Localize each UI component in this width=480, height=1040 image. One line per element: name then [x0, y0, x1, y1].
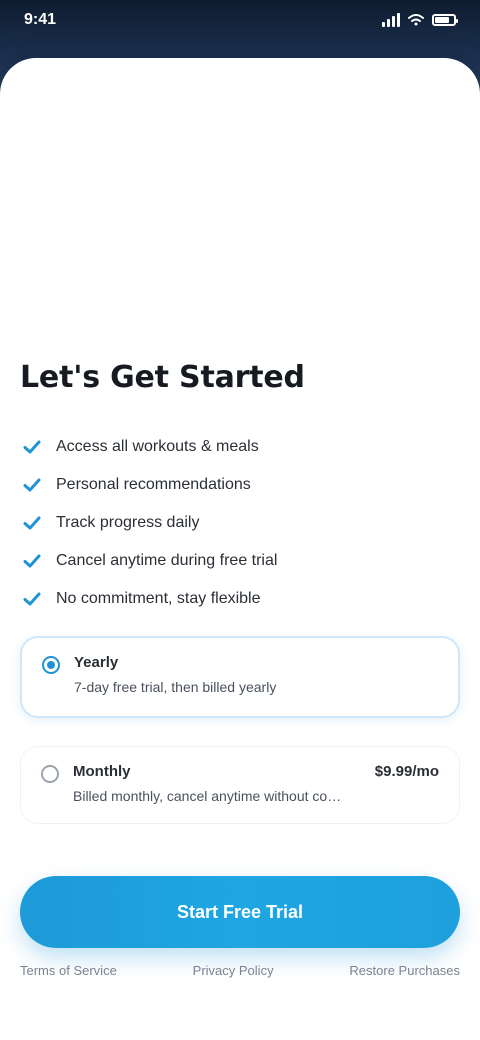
- restore-link[interactable]: Restore Purchases: [349, 963, 460, 978]
- check-icon: [20, 435, 44, 459]
- paywall-sheet: Let's Get Started Access all workouts & …: [0, 58, 480, 1040]
- plan-description: Billed monthly, cancel anytime without c…: [73, 788, 351, 804]
- feature-label: No commitment, stay flexible: [56, 590, 261, 607]
- feature-label: Access all workouts & meals: [56, 438, 259, 455]
- feature-item: No commitment, stay flexible: [20, 580, 460, 618]
- plan-option-yearly[interactable]: Yearly 7-day free trial, then billed yea…: [20, 636, 460, 718]
- plan-option-monthly[interactable]: Monthly Billed monthly, cancel anytime w…: [20, 746, 460, 824]
- footer-links: Terms of Service Privacy Policy Restore …: [20, 963, 460, 978]
- plan-name: Monthly: [73, 763, 131, 780]
- hero-area: [0, 58, 480, 338]
- feature-list: Access all workouts & meals Personal rec…: [20, 428, 460, 618]
- wifi-icon: [408, 14, 424, 26]
- radio-selected-icon[interactable]: [42, 656, 60, 674]
- feature-item: Access all workouts & meals: [20, 428, 460, 466]
- status-icons: [382, 13, 458, 27]
- check-icon: [20, 587, 44, 611]
- plan-price: $9.99/mo: [374, 763, 439, 780]
- feature-item: Personal recommendations: [20, 466, 460, 504]
- feature-label: Cancel anytime during free trial: [56, 552, 278, 569]
- status-time: 9:41: [24, 11, 57, 28]
- plan-details: Monthly Billed monthly, cancel anytime w…: [73, 763, 351, 804]
- feature-item: Track progress daily: [20, 504, 460, 542]
- start-free-trial-button[interactable]: Start Free Trial: [20, 876, 460, 948]
- plan-name: Yearly: [74, 654, 119, 671]
- feature-label: Personal recommendations: [56, 476, 251, 493]
- signal-icon: [382, 13, 400, 27]
- privacy-link[interactable]: Privacy Policy: [193, 963, 274, 978]
- page-title: Let's Get Started: [20, 360, 305, 395]
- check-icon: [20, 473, 44, 497]
- radio-unselected-icon[interactable]: [41, 765, 59, 783]
- check-icon: [20, 549, 44, 573]
- feature-item: Cancel anytime during free trial: [20, 542, 460, 580]
- plan-description: 7-day free trial, then billed yearly: [74, 679, 277, 695]
- check-icon: [20, 511, 44, 535]
- terms-link[interactable]: Terms of Service: [20, 963, 117, 978]
- status-bar: 9:41: [0, 0, 480, 40]
- feature-label: Track progress daily: [56, 514, 200, 531]
- battery-icon: [432, 14, 458, 26]
- plan-details: Yearly 7-day free trial, then billed yea…: [74, 654, 438, 695]
